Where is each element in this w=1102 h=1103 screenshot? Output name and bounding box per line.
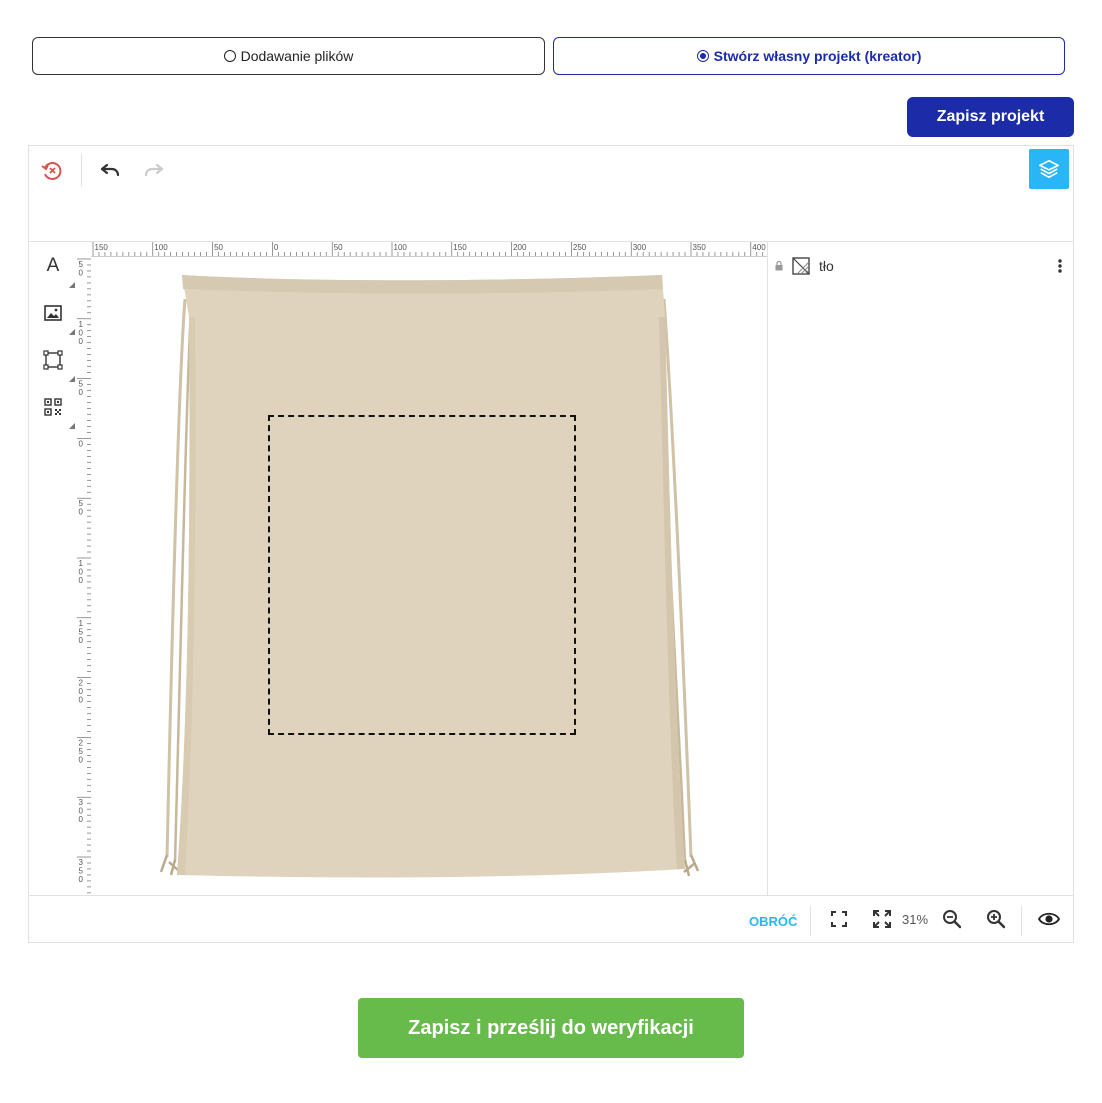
image-tool-icon[interactable] (39, 299, 75, 335)
mode-upload-option[interactable]: Dodawanie plików (32, 37, 545, 75)
ruler-label: 300 (633, 243, 647, 252)
mode-creator-label: Stwórz własny projekt (kreator) (713, 48, 922, 64)
rotate-button[interactable]: OBRÓĆ (749, 914, 797, 929)
submenu-corner-icon (69, 376, 75, 382)
ruler-label: 300 (79, 798, 84, 824)
ruler-label: 150 (453, 243, 467, 252)
background-layer-icon (792, 257, 810, 275)
tools-panel: A (29, 242, 76, 894)
ruler-horizontal: 150 100 50 0 50 100 150 200 250 300 350 400 (91, 242, 767, 257)
layers-icon (1039, 159, 1059, 179)
shape-tool-icon[interactable] (39, 346, 75, 382)
ruler-label: 50 (214, 243, 223, 252)
ruler-label: 250 (79, 738, 84, 764)
layer-name: tło (819, 258, 834, 274)
submenu-corner-icon (69, 423, 75, 429)
submenu-corner-icon (69, 329, 75, 335)
ruler-label: 200 (513, 243, 527, 252)
ruler-label: 250 (573, 243, 587, 252)
radio-checked-icon[interactable] (696, 50, 709, 62)
ruler-label: 350 (79, 858, 84, 884)
submenu-corner-icon (69, 282, 75, 288)
save-project-button[interactable]: Zapisz projekt (907, 97, 1074, 137)
ruler-label: 50 (79, 380, 84, 398)
design-editor: A 150 100 50 0 50 100 150 200 250 300 35… (28, 145, 1074, 943)
ruler-label: 100 (79, 559, 84, 585)
qr-code-tool-icon[interactable] (39, 393, 75, 429)
more-options-icon[interactable] (1054, 256, 1066, 276)
reset-icon[interactable] (39, 158, 65, 184)
radio-unchecked-icon[interactable] (223, 50, 236, 62)
mode-upload-label: Dodawanie plików (240, 48, 354, 64)
ruler-label: 100 (394, 243, 408, 252)
ruler-label: 0 (79, 439, 84, 448)
ruler-label: 0 (274, 243, 279, 252)
ruler-vertical: 50 100 50 0 50 100 150 200 250 300 350 (77, 256, 92, 896)
zoom-out-icon[interactable] (941, 908, 963, 930)
ruler-label: 50 (334, 243, 343, 252)
ruler-label: 400 (752, 243, 766, 252)
ruler-label: 100 (79, 320, 84, 346)
text-tool-icon[interactable]: A (39, 252, 75, 288)
zoom-in-icon[interactable] (985, 908, 1007, 930)
toolbar-separator (81, 154, 82, 186)
bottombar-separator (1021, 906, 1022, 936)
ruler-label: 150 (95, 243, 109, 252)
submit-for-verification-button[interactable]: Zapisz i prześlij do weryfikacji (358, 998, 744, 1058)
fullscreen-icon[interactable] (871, 908, 893, 930)
undo-icon[interactable] (97, 158, 123, 184)
layers-toggle-button[interactable] (1029, 149, 1069, 189)
zoom-level: 31% (902, 912, 929, 927)
preview-eye-icon[interactable] (1038, 908, 1060, 930)
ruler-label: 50 (79, 260, 84, 278)
ruler-label: 50 (79, 499, 84, 517)
editor-toolbar (29, 146, 1073, 242)
fit-to-screen-icon[interactable] (828, 908, 850, 930)
mode-creator-option[interactable]: Stwórz własny projekt (kreator) (553, 37, 1065, 75)
ruler-label: 100 (154, 243, 168, 252)
ruler-label: 200 (79, 679, 84, 705)
editor-bottombar: OBRÓĆ 31% (29, 895, 1073, 943)
print-area-boundary (268, 415, 576, 735)
layers-panel: tło (767, 242, 1074, 895)
design-canvas[interactable] (91, 257, 766, 896)
ruler-label: 350 (693, 243, 707, 252)
bottombar-separator (810, 906, 811, 936)
lock-icon[interactable] (774, 261, 784, 271)
ruler-label: 150 (79, 619, 84, 645)
redo-icon[interactable] (141, 158, 167, 184)
ruler-corner (77, 242, 91, 256)
text-tool-glyph: A (46, 255, 60, 276)
layer-row-background[interactable]: tło (768, 252, 1074, 280)
